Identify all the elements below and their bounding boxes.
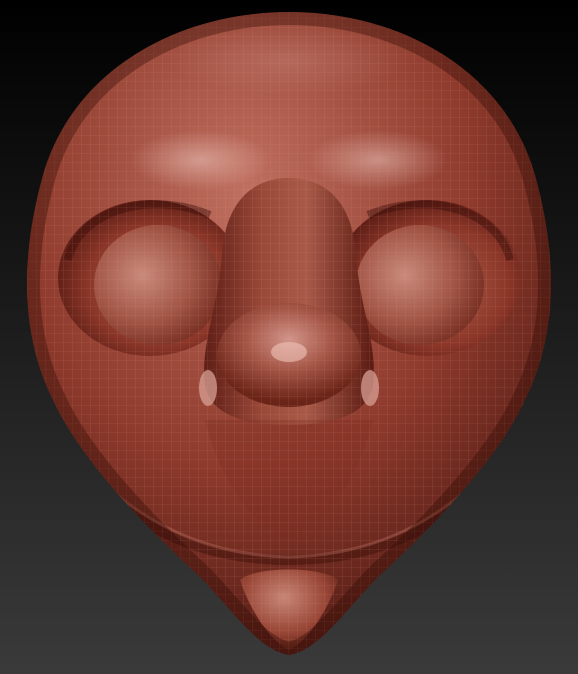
viewport[interactable] xyxy=(0,0,578,674)
sculpt-render xyxy=(0,0,578,674)
